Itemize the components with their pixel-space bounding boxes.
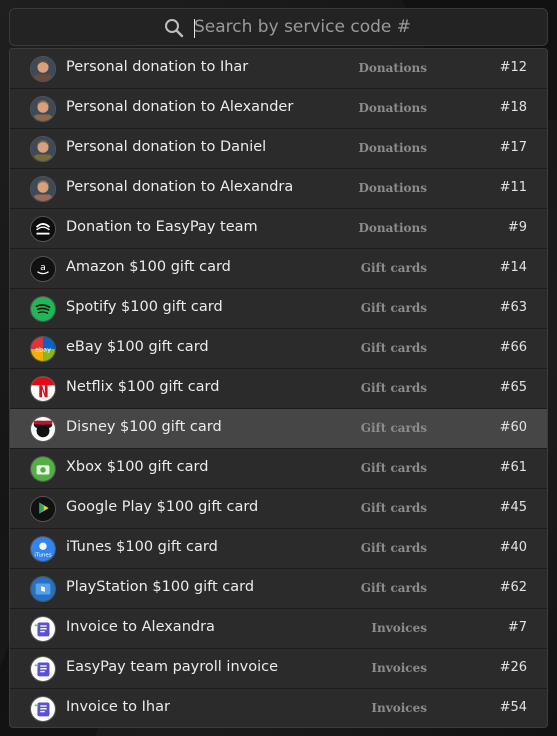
search-icon <box>165 19 184 38</box>
result-title: iTunes $100 gift card <box>66 539 218 555</box>
result-category: Gift cards <box>360 541 427 555</box>
playstation-logo-icon <box>30 576 56 602</box>
result-row[interactable]: Personal donation to Daniel Donations #17 <box>10 129 547 169</box>
invoice-icon <box>30 616 56 642</box>
result-row[interactable]: Personal donation to Alexandra Donations #… <box>10 169 547 209</box>
result-title: Donation to EasyPay team <box>66 219 258 235</box>
result-service-code: #62 <box>499 580 527 595</box>
result-service-code: #9 <box>507 220 527 235</box>
result-row[interactable]: a Amazon $100 gift card Gift cards #14 <box>10 249 547 289</box>
result-service-code: #18 <box>499 100 527 115</box>
result-row[interactable]: EasyPay team payroll invoice Invoices #26 <box>10 649 547 689</box>
result-category: Gift cards <box>360 501 427 515</box>
itunes-logo-icon: iTunes <box>30 536 56 562</box>
easypay-logo-icon <box>30 216 56 242</box>
result-row[interactable]: PlayStation $100 gift card Gift cards #62 <box>10 569 547 609</box>
result-category: Gift cards <box>360 301 427 315</box>
result-title: Personal donation to Daniel <box>66 139 267 155</box>
result-title: EasyPay team payroll invoice <box>66 659 279 675</box>
xbox-logo-icon <box>30 456 56 482</box>
search-bar[interactable] <box>9 8 548 46</box>
result-category: Gift cards <box>360 261 427 275</box>
result-row[interactable]: Personal donation to Ihar Donations #12 <box>10 49 547 89</box>
result-row[interactable]: Xbox $100 gift card Gift cards #61 <box>10 449 547 489</box>
result-category: Donations <box>358 141 428 155</box>
result-row[interactable]: Personal donation to Alexander Donations #… <box>10 89 547 129</box>
result-category: Invoices <box>371 701 427 715</box>
result-service-code: #60 <box>499 420 527 435</box>
person-ihar-avatar <box>30 56 56 82</box>
result-title: Amazon $100 gift card <box>66 259 231 275</box>
result-title: Disney $100 gift card <box>66 419 222 435</box>
invoice-icon <box>30 656 56 682</box>
result-row[interactable]: Google Play $100 gift card Gift cards #45 <box>10 489 547 529</box>
result-title: Invoice to Ihar <box>66 699 170 715</box>
result-category: Invoices <box>371 661 427 675</box>
result-title: Netflix $100 gift card <box>66 379 220 395</box>
svg-text:ebay: ebay <box>35 345 51 353</box>
result-service-code: #45 <box>499 500 527 515</box>
result-category: Donations <box>358 181 428 195</box>
result-title: Spotify $100 gift card <box>66 299 223 315</box>
result-service-code: #12 <box>499 60 527 75</box>
result-title: PlayStation $100 gift card <box>66 579 255 595</box>
result-service-code: #26 <box>499 660 527 675</box>
spotify-logo-icon <box>30 296 56 322</box>
result-service-code: #14 <box>499 260 527 275</box>
result-category: Donations <box>358 221 428 235</box>
result-row[interactable]: ebay eBay $100 gift card Gift cards #66 <box>10 329 547 369</box>
google-play-logo-icon <box>30 496 56 522</box>
amazon-logo-icon: a <box>30 256 56 282</box>
result-service-code: #54 <box>499 700 527 715</box>
person-alexandra-avatar <box>30 176 56 202</box>
invoice-icon <box>30 696 56 722</box>
result-service-code: #61 <box>499 460 527 475</box>
result-service-code: #17 <box>499 140 527 155</box>
result-service-code: #65 <box>499 380 527 395</box>
result-title: Personal donation to Alexandra <box>66 179 294 195</box>
result-category: Gift cards <box>360 421 427 435</box>
result-row[interactable]: Donation to EasyPay team Donations #9 <box>10 209 547 249</box>
search-input[interactable] <box>194 13 524 41</box>
result-row[interactable]: Invoice to Alexandra Invoices #7 <box>10 609 547 649</box>
result-row[interactable]: Invoice to Ihar Invoices #54 <box>10 689 547 727</box>
result-row[interactable]: Spotify $100 gift card Gift cards #63 <box>10 289 547 329</box>
text-cursor <box>194 19 195 38</box>
app-window: Personal donation to IharDonations#12Per… <box>0 0 557 736</box>
svg-text:iTunes: iTunes <box>34 552 51 558</box>
result-category: Gift cards <box>360 461 427 475</box>
search-results-list[interactable]: Personal donation to Ihar Donations #12 Per… <box>9 48 548 728</box>
result-service-code: #66 <box>499 340 527 355</box>
result-title: eBay $100 gift card <box>66 339 209 355</box>
result-title: Personal donation to Ihar <box>66 59 249 75</box>
disney-logo-icon <box>30 416 56 442</box>
result-title: Google Play $100 gift card <box>66 499 259 515</box>
result-category: Donations <box>358 61 428 75</box>
result-category: Donations <box>358 101 428 115</box>
result-category: Gift cards <box>360 381 427 395</box>
result-row[interactable]: Netflix $100 gift card Gift cards #65 <box>10 369 547 409</box>
result-row[interactable]: Disney $100 gift card Gift cards #60 <box>10 409 547 449</box>
person-daniel-avatar <box>30 136 56 162</box>
result-row[interactable]: iTunes iTunes $100 gift card Gift cards #40 <box>10 529 547 569</box>
svg-text:a: a <box>40 262 46 273</box>
person-alexander-avatar <box>30 96 56 122</box>
result-service-code: #11 <box>499 180 527 195</box>
result-service-code: #63 <box>499 300 527 315</box>
result-title: Xbox $100 gift card <box>66 459 209 475</box>
result-title: Personal donation to Alexander <box>66 99 294 115</box>
result-category: Gift cards <box>360 581 427 595</box>
result-service-code: #7 <box>507 620 527 635</box>
result-category: Gift cards <box>360 341 427 355</box>
netflix-logo-icon <box>30 376 56 402</box>
ebay-logo-icon: ebay <box>30 336 56 362</box>
result-title: Invoice to Alexandra <box>66 619 215 635</box>
result-category: Invoices <box>371 621 427 635</box>
result-service-code: #40 <box>499 540 527 555</box>
